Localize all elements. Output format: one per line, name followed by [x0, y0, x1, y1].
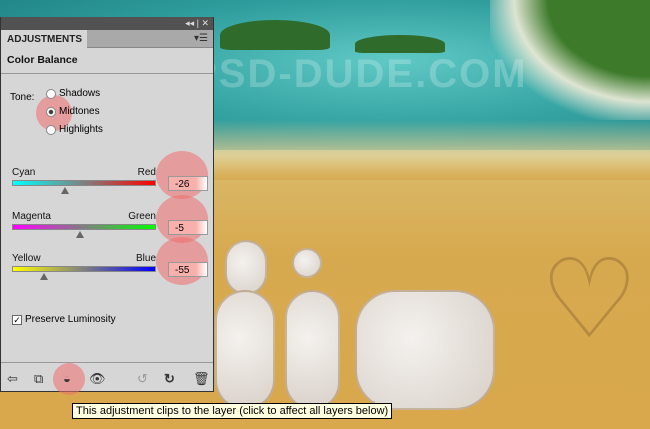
slider-track[interactable] — [12, 266, 156, 272]
radio-midtones[interactable]: Midtones — [46, 106, 100, 117]
highlight-circle — [156, 237, 208, 285]
slider-value-input[interactable]: -5 — [168, 220, 208, 235]
radio-shadows[interactable]: Shadows — [46, 88, 100, 99]
adjustment-title: Color Balance — [1, 48, 213, 74]
panel-titlebar: ◂◂ | ✕ — [1, 17, 213, 30]
slider-value-input[interactable]: -26 — [168, 176, 208, 191]
trash-icon[interactable]: 🗑 — [193, 371, 210, 387]
foam-letter — [285, 290, 340, 410]
radio-highlights[interactable]: Highlights — [46, 124, 103, 135]
preserve-luminosity-checkbox[interactable]: ✓ Preserve Luminosity — [12, 314, 116, 325]
slider-track[interactable] — [12, 224, 156, 230]
slider-value-input[interactable]: -55 — [168, 262, 208, 277]
slider-thumb[interactable] — [61, 187, 70, 194]
slider-left-label: Magenta — [12, 211, 51, 222]
panel-bottom-toolbar: ⇦ ⧉ ◒ 👁 ↺ ↻ 🗑 — [1, 362, 213, 395]
reset-icon[interactable]: ↻ — [164, 371, 175, 387]
foam-dot — [292, 248, 322, 278]
radio-label: Midtones — [59, 106, 100, 117]
panel-menu-icon[interactable]: ▾☰ — [194, 33, 208, 44]
slider-right-label: Blue — [135, 253, 156, 264]
highlight-circle — [156, 151, 208, 199]
adjustments-panel: ◂◂ | ✕ ADJUSTMENTS ▾☰ Color Balance Tone… — [0, 17, 214, 395]
island — [220, 20, 330, 50]
radio-label: Shadows — [59, 88, 101, 99]
foam-letter — [225, 240, 267, 295]
visibility-eye-icon[interactable]: 👁 — [89, 371, 106, 387]
slider-left-label: Cyan — [12, 167, 36, 178]
collapse-close-icon[interactable]: ◂◂ | ✕ — [185, 18, 209, 29]
slider-track[interactable] — [12, 180, 156, 186]
highlight-circle — [156, 195, 208, 243]
expand-view-icon[interactable]: ⧉ — [34, 371, 43, 387]
slider-right-label: Green — [128, 211, 156, 222]
tone-label: Tone: — [10, 92, 35, 103]
slider-left-label: Yellow — [12, 253, 41, 264]
island — [355, 35, 445, 53]
slider-thumb[interactable] — [76, 231, 85, 238]
checkbox-label: Preserve Luminosity — [25, 314, 116, 325]
slider-right-label: Red — [137, 167, 156, 178]
sand-heart: ♡ — [540, 238, 639, 361]
view-previous-icon[interactable]: ↺ — [137, 371, 148, 387]
back-arrow-icon[interactable]: ⇦ — [7, 371, 18, 387]
clip-to-layer-icon[interactable]: ◒ — [63, 371, 71, 386]
slider-thumb[interactable] — [40, 273, 49, 280]
foam-letter — [215, 290, 275, 410]
tooltip: This adjustment clips to the layer (clic… — [72, 403, 393, 419]
foam-letter — [355, 290, 495, 410]
tab-adjustments[interactable]: ADJUSTMENTS — [1, 30, 87, 48]
radio-label: Highlights — [59, 124, 103, 135]
